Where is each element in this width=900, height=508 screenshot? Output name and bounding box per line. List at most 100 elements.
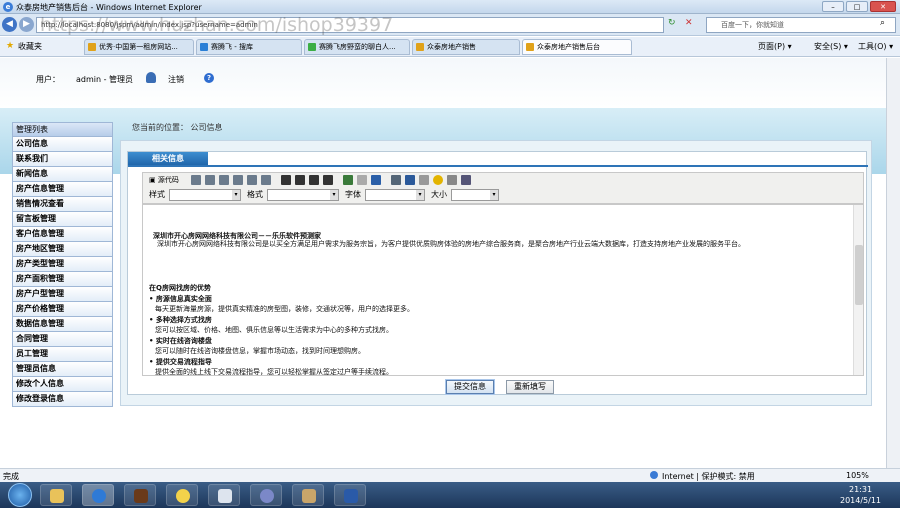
- align-right-icon[interactable]: [309, 175, 319, 185]
- sidebar-item[interactable]: 房产类型管理: [12, 257, 113, 272]
- panel-divider: [128, 165, 868, 167]
- sidebar-item[interactable]: 房产地区管理: [12, 242, 113, 257]
- align-left-icon[interactable]: [281, 175, 291, 185]
- hr-icon[interactable]: [419, 175, 429, 185]
- search-input[interactable]: 百度一下，你就知道: [706, 17, 896, 33]
- editor-line: • 房源信息真实全面: [149, 295, 212, 303]
- taskbar-word[interactable]: [334, 484, 366, 506]
- status-bar: 完成 Internet | 保护模式: 禁用 105%: [0, 468, 900, 482]
- sidebar-item[interactable]: 房产面积管理: [12, 272, 113, 287]
- menu-tools[interactable]: 工具(O) ▾: [858, 39, 893, 55]
- close-button[interactable]: ✕: [870, 1, 896, 12]
- sidebar-item[interactable]: 新闻信息: [12, 167, 113, 182]
- editor-toolbar: ▣ 源代码 样式 ▾ 格式 ▾ 字体 ▾ 大小 ▾: [142, 172, 864, 204]
- taskbar-explorer[interactable]: [40, 484, 72, 506]
- sidebar-item[interactable]: 房产价格管理: [12, 302, 113, 317]
- help-icon[interactable]: ?: [204, 73, 214, 83]
- start-button[interactable]: [8, 483, 32, 507]
- sidebar-item[interactable]: 房产信息管理: [12, 182, 113, 197]
- sidebar-menu: 管理列表 公司信息 联系我们 新闻信息 房产信息管理 销售情况查看 留言板管理 …: [12, 122, 113, 412]
- forward-icon[interactable]: ▶: [19, 17, 34, 32]
- font-select[interactable]: ▾: [365, 189, 425, 201]
- smiley-icon[interactable]: [433, 175, 443, 185]
- sidebar-title: 管理列表: [12, 122, 113, 137]
- user-value: admin - 管理员: [76, 75, 134, 84]
- clock[interactable]: 21:31 2014/5/11: [840, 484, 881, 506]
- sidebar-item[interactable]: 留言板管理: [12, 212, 113, 227]
- logout-link[interactable]: 注销: [168, 74, 184, 85]
- sidebar-item[interactable]: 管理员信息: [12, 362, 113, 377]
- favorites-button[interactable]: 收藏夹: [18, 39, 42, 55]
- tab-5-active[interactable]: 众泰房地产销售后台: [522, 39, 632, 55]
- sidebar-item[interactable]: 公司信息: [12, 137, 113, 152]
- star-icon[interactable]: ★: [6, 41, 14, 51]
- sidebar-item[interactable]: 修改登录信息: [12, 392, 113, 407]
- info-panel: 相关信息 ▣ 源代码 样式 ▾ 格式 ▾ 字体 ▾ 大小 ▾ 深圳市开心房网网络…: [120, 140, 872, 406]
- taskbar-app-7[interactable]: [292, 484, 324, 506]
- zoom-level[interactable]: 105%: [846, 471, 869, 480]
- table-icon[interactable]: [405, 175, 415, 185]
- taskbar-app-3[interactable]: [124, 484, 156, 506]
- editor-line: 在Q房网找房的优势: [149, 284, 211, 292]
- pagebreak-icon[interactable]: [461, 175, 471, 185]
- taskbar-ie[interactable]: [82, 484, 114, 506]
- align-center-icon[interactable]: [295, 175, 305, 185]
- redo-icon[interactable]: [261, 175, 271, 185]
- sidebar-item[interactable]: 修改个人信息: [12, 377, 113, 392]
- editor-line: 提供全面的线上线下交易流程指导，您可以轻松掌握从签定过户等手续流程。: [155, 368, 393, 376]
- panel-title: 相关信息: [128, 152, 208, 166]
- sidebar-item[interactable]: 销售情况查看: [12, 197, 113, 212]
- unlink-icon[interactable]: [357, 175, 367, 185]
- undo-icon[interactable]: [247, 175, 257, 185]
- paste-icon[interactable]: [219, 175, 229, 185]
- taskbar-app-6[interactable]: [250, 484, 282, 506]
- sidebar-item[interactable]: 房产户型管理: [12, 287, 113, 302]
- sidebar-item[interactable]: 员工管理: [12, 347, 113, 362]
- minimize-button[interactable]: –: [822, 1, 844, 12]
- cut-icon[interactable]: [191, 175, 201, 185]
- sidebar-item[interactable]: 客户信息管理: [12, 227, 113, 242]
- special-char-icon[interactable]: [447, 175, 457, 185]
- status-text: 完成: [3, 472, 19, 481]
- watermark-text: https://www.huzhan.com/ishop39397: [40, 14, 394, 36]
- copy-icon[interactable]: [205, 175, 215, 185]
- menu-page[interactable]: 页面(P) ▾: [758, 39, 792, 55]
- submit-button[interactable]: 提交信息: [446, 380, 494, 394]
- tab-2[interactable]: 赛腾飞 - 搜库: [196, 39, 302, 55]
- editor-line: 您可以随时在线咨询楼盘信息，掌握市场动态，找到时间理想购房。: [155, 347, 365, 355]
- tab-1[interactable]: 优秀·中国第一租房网站...: [84, 39, 194, 55]
- sidebar-item[interactable]: 数据信息管理: [12, 317, 113, 332]
- format-select[interactable]: ▾: [267, 189, 339, 201]
- refresh-icon[interactable]: ↻: [668, 18, 676, 28]
- editor-line: • 提供交易流程指导: [149, 358, 212, 366]
- paste-text-icon[interactable]: [233, 175, 243, 185]
- link-icon[interactable]: [343, 175, 353, 185]
- clock-date: 2014/5/11: [840, 496, 882, 505]
- align-justify-icon[interactable]: [323, 175, 333, 185]
- tab-3[interactable]: 赛腾飞房野蛮的聊白人...: [304, 39, 410, 55]
- editor-scrollbar[interactable]: [853, 205, 863, 375]
- flash-icon[interactable]: [391, 175, 401, 185]
- style-select[interactable]: ▾: [169, 189, 241, 201]
- size-select[interactable]: ▾: [451, 189, 499, 201]
- editor-scroll-thumb[interactable]: [855, 245, 863, 305]
- zone-text: Internet | 保护模式: 禁用: [662, 472, 755, 481]
- window-titlebar: e 众泰房地产销售后台 - Windows Internet Explorer …: [0, 0, 900, 14]
- menu-safety[interactable]: 安全(S) ▾: [814, 39, 848, 55]
- search-icon[interactable]: ⌕: [880, 18, 885, 28]
- tab-4[interactable]: 众泰房地产销售: [412, 39, 520, 55]
- taskbar-app-5[interactable]: [208, 484, 240, 506]
- taskbar-app-4[interactable]: [166, 484, 198, 506]
- page-scrollbar[interactable]: [886, 58, 900, 468]
- user-icon: [146, 72, 156, 83]
- editor-content[interactable]: 深圳市开心房网网络科技有限公司－－乐乐软件预测家 深圳市开心房网网络科技有限公司…: [142, 204, 864, 376]
- font-label: 字体: [345, 190, 361, 199]
- reset-button[interactable]: 重新填写: [506, 380, 554, 394]
- sidebar-item[interactable]: 合同管理: [12, 332, 113, 347]
- source-button[interactable]: ▣ 源代码: [149, 175, 185, 186]
- anchor-icon[interactable]: [371, 175, 381, 185]
- stop-icon[interactable]: ✕: [685, 18, 693, 28]
- maximize-button[interactable]: □: [846, 1, 868, 12]
- back-icon[interactable]: ◀: [2, 17, 17, 32]
- sidebar-item[interactable]: 联系我们: [12, 152, 113, 167]
